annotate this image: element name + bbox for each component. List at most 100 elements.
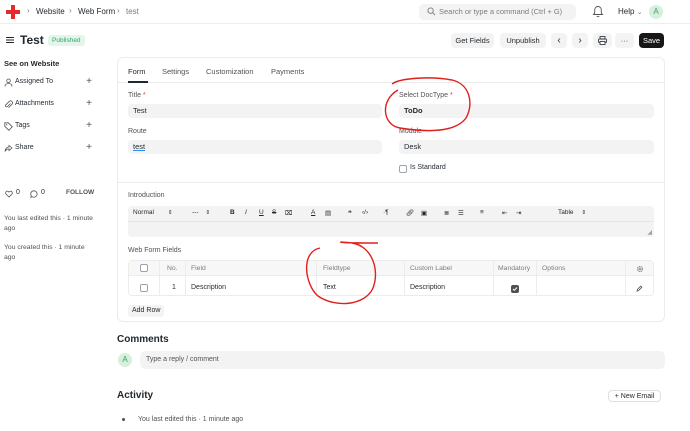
top-navbar: › Website › Web Form › test Search or ty… [0,0,690,24]
doctype-field[interactable]: ToDo [399,104,654,118]
more-actions-button[interactable]: ··· [615,33,634,48]
follow-button[interactable]: FOLLOW [66,189,94,196]
text-color-icon[interactable]: A [311,209,315,216]
strikethrough-button[interactable]: S [272,209,276,216]
highlight-icon[interactable]: ▤ [325,209,331,217]
column-header-options: Options [542,265,566,272]
timeline-dot [122,417,125,421]
module-field[interactable]: Desk [399,140,654,154]
sidebar-item-share[interactable]: Share + [4,142,92,155]
tab-form[interactable]: Form [128,67,146,76]
paragraph-style-select[interactable]: Normal ⇕ [133,209,173,216]
row-select-checkbox[interactable] [140,284,148,292]
column-header-no: No. [167,265,178,272]
see-on-website-link[interactable]: See on Website [4,59,59,68]
sidebar-stats: 0 0 FOLLOW [4,188,96,200]
frappe-cross-logo-icon[interactable] [6,5,20,19]
heart-icon[interactable] [5,190,13,198]
edit-row-icon[interactable] [636,285,643,292]
tab-payments[interactable]: Payments [271,67,304,76]
plus-icon[interactable]: + [86,76,92,87]
gear-icon[interactable] [636,265,644,273]
is-standard-checkbox[interactable] [399,165,407,173]
column-header-mandatory: Mandatory [498,265,531,272]
breadcrumb-current[interactable]: test [126,7,139,16]
web-form-fields-table: No. Field Fieldtype Custom Label Mandato… [128,260,654,296]
new-email-button[interactable]: + New Email [608,390,661,402]
get-fields-button[interactable]: Get Fields [451,33,494,48]
bullet-list-icon[interactable]: ☰ [458,209,464,217]
blockquote-icon[interactable]: ❝ [348,209,352,217]
sidebar-item-label: Assigned To [15,78,54,85]
web-form-fields-label: Web Form Fields [128,247,182,254]
row-custom-label[interactable]: Description [410,284,445,291]
introduction-label: Introduction [128,192,165,199]
add-row-button[interactable]: Add Row [128,305,165,317]
next-doc-button[interactable]: › [572,33,588,48]
comments-heading: Comments [117,334,169,345]
plus-icon[interactable]: + [86,98,92,109]
search-placeholder: Search or type a command (Ctrl + G) [439,7,563,16]
activity-heading: Activity [117,390,154,401]
tab-settings[interactable]: Settings [162,67,189,76]
bold-button[interactable]: B [230,209,235,216]
comment-input[interactable]: Type a reply / comment [140,351,665,369]
route-field[interactable]: test [128,140,382,154]
share-icon [4,144,13,152]
plus-icon[interactable]: + [86,120,92,131]
rich-text-editor[interactable]: ◢ [128,221,654,237]
column-divider [625,261,626,295]
sidebar-toggle-icon[interactable] [6,37,14,43]
column-divider [404,261,405,295]
page-title: Test [20,33,44,47]
sidebar-item-label: Share [15,144,34,151]
code-block-icon[interactable]: ‹/› [362,209,368,216]
doctype-label: Select DocType * [399,92,453,99]
active-tab-indicator [128,81,148,83]
align-icon[interactable]: ≡ [480,209,484,216]
row-mandatory-checkbox[interactable] [511,285,519,293]
save-button[interactable]: Save [639,33,664,48]
unpublish-button[interactable]: Unpublish [500,33,546,48]
underline-button[interactable]: U [259,209,264,216]
link-icon[interactable]: 🔗︎ [406,209,414,217]
select-all-checkbox[interactable] [140,264,148,272]
form-card: Form Settings Customization Payments Tit… [117,57,665,322]
breadcrumb-website[interactable]: Website [36,7,65,16]
resize-handle-icon[interactable]: ◢ [647,229,652,236]
table-header: No. Field Fieldtype Custom Label Mandato… [129,261,653,276]
row-fieldtype[interactable]: Text [323,284,336,291]
help-dropdown[interactable]: Help ⌄ [618,7,643,16]
column-header-fieldtype: Fieldtype [323,265,351,272]
image-icon[interactable]: ▣ [421,209,427,217]
plus-icon[interactable]: + [86,142,92,153]
sidebar-item-attachments[interactable]: Attachments + [4,98,92,111]
tab-customization[interactable]: Customization [206,67,254,76]
section-divider [118,182,664,183]
row-field[interactable]: Description [191,284,226,291]
bell-icon[interactable] [592,5,604,18]
previous-doc-button[interactable]: ‹ [551,33,567,48]
table-insert-select[interactable]: Table ⇕ [558,209,586,216]
column-divider [185,261,186,295]
comment-icon[interactable] [30,190,38,198]
sidebar-item-assigned-to[interactable]: Assigned To + [4,76,92,89]
font-size-select[interactable]: --- ⇕ [192,209,210,216]
direction-icon[interactable]: ·¶ [383,209,389,216]
user-avatar[interactable]: A [649,5,663,19]
printer-icon [598,36,607,45]
print-button[interactable] [593,33,612,48]
search-bar[interactable]: Search or type a command (Ctrl + G) [419,4,576,20]
title-field[interactable]: Test [128,104,382,118]
user-icon [4,78,13,87]
indent-icon[interactable]: ⇥ [516,209,521,217]
row-number: 1 [172,284,176,291]
clean-format-icon[interactable]: ⌧ [285,209,293,217]
outdent-icon[interactable]: ⇤ [502,209,507,217]
italic-button[interactable]: I [245,209,247,216]
column-divider [159,261,160,295]
sidebar-item-tags[interactable]: Tags + [4,120,92,133]
route-link[interactable]: test [133,142,145,151]
breadcrumb-web-form[interactable]: Web Form [78,7,115,16]
ordered-list-icon[interactable]: ≣ [444,209,449,217]
